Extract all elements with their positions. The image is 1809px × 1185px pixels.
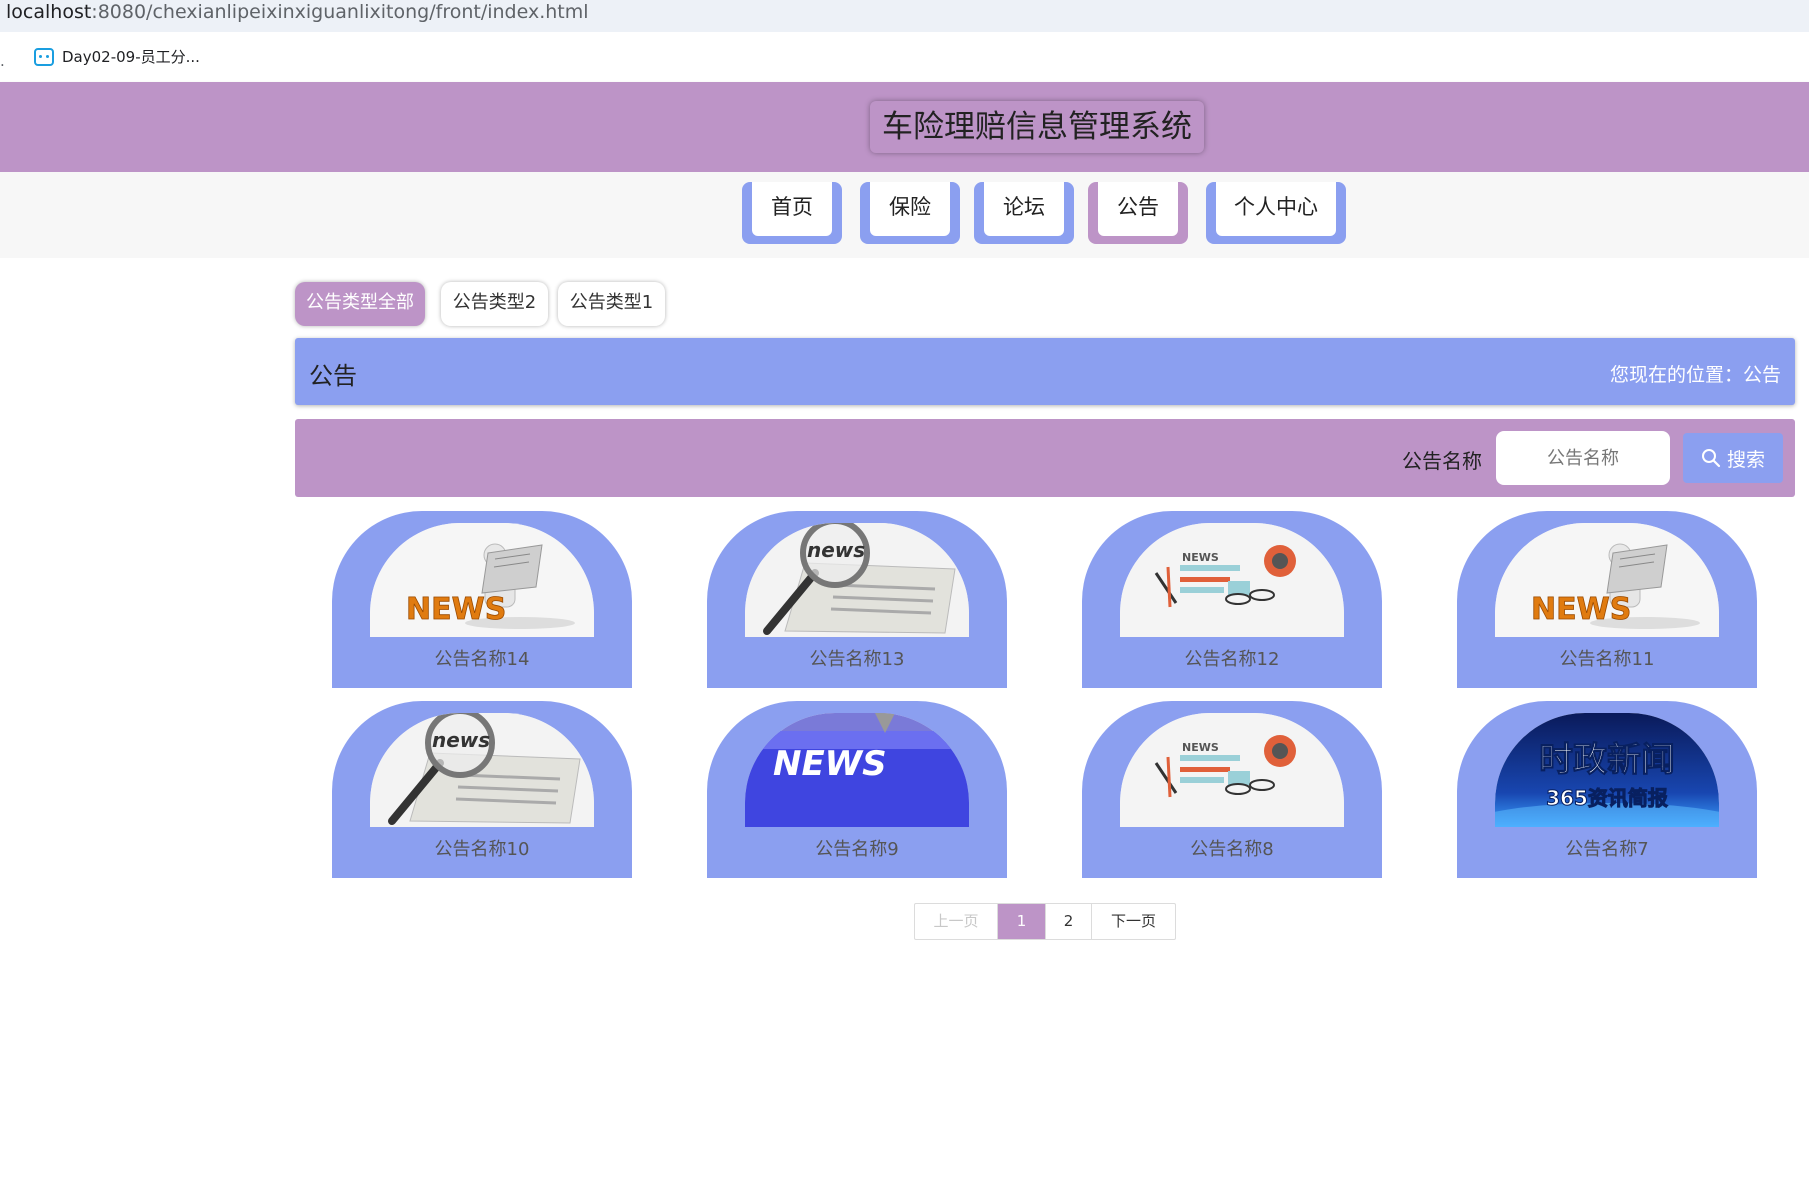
notice-thumbnail[interactable]: NEWS (1495, 523, 1719, 637)
notice-thumbnail[interactable]: NEWS (370, 523, 594, 637)
nav-item-label: 首页 (752, 182, 832, 236)
section-title-bar: 公告 您现在的位置：公告 (295, 338, 1795, 405)
notice-thumbnail[interactable]: NEWS (745, 713, 969, 827)
notice-name: 公告名称12 (1184, 649, 1280, 670)
search-icon (1701, 449, 1721, 468)
nav-item-label: 保险 (870, 182, 950, 236)
page-1-button[interactable]: 1 (998, 904, 1046, 939)
type-tab-all[interactable]: 公告类型全部 (295, 282, 425, 326)
bookmark-overflow[interactable]: . (0, 52, 5, 70)
news-word: NEWS (1182, 551, 1219, 564)
notice-card[interactable]: NEWS 公告名称9 (707, 701, 1007, 878)
search-bar: 公告名称 搜索 (295, 419, 1795, 497)
notice-thumbnail[interactable]: NEWS (1120, 523, 1344, 637)
nav-item-profile[interactable]: 个人中心 (1206, 182, 1346, 244)
news-word: NEWS (1182, 741, 1219, 754)
nav-item-forum[interactable]: 论坛 (974, 182, 1074, 244)
search-label: 公告名称 (1402, 449, 1482, 473)
notice-thumbnail[interactable]: news (745, 523, 969, 637)
site-title: 车险理赔信息管理系统 (870, 101, 1204, 153)
news-word: NEWS (773, 744, 887, 784)
main-nav: 首页 保险 论坛 公告 个人中心 (0, 172, 1809, 258)
news-word: NEWS (406, 592, 506, 627)
bookmarks-bar: . Day02-09-员工分... (0, 32, 1809, 82)
notice-card[interactable]: news 公告名称13 (707, 511, 1007, 688)
type-tab-2[interactable]: 公告类型2 (441, 282, 548, 326)
political-subtitle: 365资讯简报 (1546, 786, 1668, 810)
news-word: NEWS (1531, 592, 1631, 627)
notice-card[interactable]: NEWS 公告名称11 (1457, 511, 1757, 688)
search-button-label: 搜索 (1726, 448, 1765, 471)
nav-item-label: 论坛 (984, 182, 1064, 236)
nav-item-label: 个人中心 (1216, 182, 1336, 236)
notice-name: 公告名称7 (1565, 839, 1649, 860)
bilibili-icon (34, 47, 54, 66)
notice-name: 公告名称14 (434, 649, 530, 670)
news-word-lower: news (432, 728, 490, 752)
search-button[interactable]: 搜索 (1683, 433, 1783, 483)
notice-card[interactable]: 时政新闻 365资讯简报 公告名称7 (1457, 701, 1757, 878)
notice-card[interactable]: news 公告名称10 (332, 701, 632, 878)
type-tab-1[interactable]: 公告类型1 (558, 282, 665, 326)
bookmark-item[interactable]: Day02-09-员工分... (34, 46, 200, 67)
news-word-lower: news (807, 538, 865, 562)
notice-thumbnail[interactable]: news (370, 713, 594, 827)
address-bar[interactable]: localhost:8080/chexianlipeixinxiguanlixi… (0, 0, 1809, 32)
page-2-button[interactable]: 2 (1046, 904, 1092, 939)
notice-card[interactable]: NEWS 公告名称8 (1082, 701, 1382, 878)
nav-item-insurance[interactable]: 保险 (860, 182, 960, 244)
notice-name: 公告名称8 (1190, 839, 1274, 860)
notice-card[interactable]: NEWS 公告名称12 (1082, 511, 1382, 688)
notice-thumbnail[interactable]: NEWS (1120, 713, 1344, 827)
site-header: 车险理赔信息管理系统 (0, 82, 1809, 172)
notice-name: 公告名称13 (809, 649, 905, 670)
pagination: 上一页 1 2 下一页 (914, 903, 1176, 940)
nav-item-notice[interactable]: 公告 (1088, 182, 1188, 244)
political-title: 时政新闻 (1539, 740, 1675, 780)
next-page-button[interactable]: 下一页 (1092, 904, 1175, 939)
notice-name: 公告名称10 (434, 839, 530, 860)
search-input[interactable] (1496, 431, 1670, 485)
bookmark-label: Day02-09-员工分... (62, 48, 200, 66)
url-path: :8080/chexianlipeixinxiguanlixitong/fron… (91, 1, 589, 23)
section-title: 公告 (309, 362, 357, 390)
prev-page-button[interactable]: 上一页 (915, 904, 998, 939)
notice-card[interactable]: NEWS 公告名称14 (332, 511, 632, 688)
breadcrumb: 您现在的位置：公告 (1609, 364, 1781, 386)
notice-thumbnail[interactable]: 时政新闻 365资讯简报 (1495, 713, 1719, 827)
nav-item-home[interactable]: 首页 (742, 182, 842, 244)
notice-name: 公告名称11 (1559, 649, 1655, 670)
url-host: localhost (6, 1, 92, 23)
nav-item-label: 公告 (1098, 182, 1178, 236)
notice-name: 公告名称9 (815, 839, 899, 860)
